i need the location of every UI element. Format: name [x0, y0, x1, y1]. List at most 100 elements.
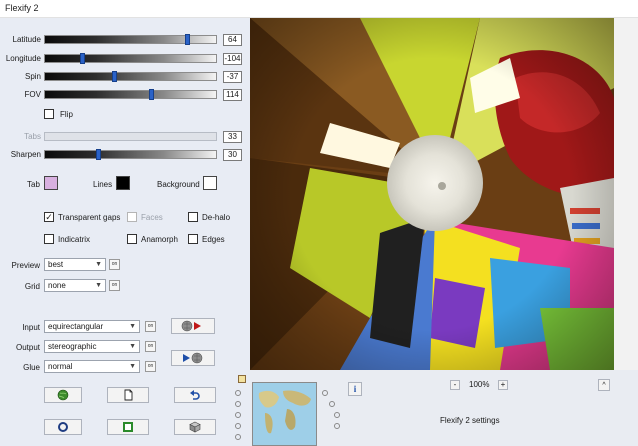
- output-projection-value: stereographic: [48, 342, 97, 351]
- tab-color-swatch[interactable]: [44, 176, 58, 190]
- sharpen-slider-thumb[interactable]: [96, 149, 101, 160]
- undo-icon: [190, 390, 200, 400]
- tabs-value[interactable]: 33: [223, 131, 242, 143]
- lines-color-label: Lines: [93, 180, 113, 189]
- spin-value[interactable]: -37: [223, 71, 242, 83]
- chevron-down-icon: ▼: [129, 363, 136, 370]
- resize-handle[interactable]: [238, 375, 246, 383]
- grid-select[interactable]: none ▼: [44, 279, 106, 292]
- right-handle-column: [320, 390, 344, 446]
- grid-label: Grid: [24, 282, 40, 291]
- preview-image[interactable]: [250, 18, 614, 370]
- world-map-thumbnail[interactable]: [252, 382, 317, 446]
- tabs-label: Tabs: [24, 132, 41, 141]
- edges-label: Edges: [202, 235, 225, 244]
- chevron-down-icon: ▼: [95, 282, 102, 289]
- undo-button[interactable]: [174, 387, 216, 403]
- left-handle-column: [234, 386, 243, 446]
- input-projection-select[interactable]: equirectangular ▼: [44, 320, 140, 333]
- little-planet-room-image: [250, 18, 614, 370]
- sharpen-value[interactable]: 30: [223, 149, 242, 161]
- zoom-in-button[interactable]: +: [498, 380, 508, 390]
- sharpen-label: Sharpen: [10, 150, 41, 159]
- fov-slider-thumb[interactable]: [149, 89, 154, 100]
- preview-select[interactable]: best ▼: [44, 258, 106, 271]
- square-icon: [123, 422, 133, 432]
- anamorph-checkbox[interactable]: [127, 234, 137, 244]
- settings-title: Flexify 2 settings: [440, 416, 500, 425]
- background-color-swatch[interactable]: [203, 176, 217, 190]
- de-halo-checkbox[interactable]: [188, 212, 198, 222]
- right-scroll-strip: [614, 18, 638, 370]
- flip-checkbox[interactable]: [44, 109, 54, 119]
- de-halo-label: De-halo: [202, 213, 231, 222]
- sharpen-slider[interactable]: [44, 149, 217, 160]
- input-label: Input: [22, 323, 40, 332]
- output-on-button[interactable]: on: [145, 341, 156, 352]
- preview-label: Preview: [11, 261, 40, 270]
- edges-checkbox[interactable]: [188, 234, 198, 244]
- transparent-gaps-checkbox[interactable]: ✓: [44, 212, 54, 222]
- chevron-down-icon: ▼: [129, 343, 136, 350]
- circle-icon: [58, 422, 68, 432]
- globe-to-arrow-icon: [181, 320, 201, 332]
- longitude-slider-thumb[interactable]: [80, 53, 85, 64]
- longitude-value[interactable]: -104: [223, 53, 242, 65]
- settings-bar: i - 100% + ^ Flexify 2 settings: [235, 370, 638, 446]
- preview-on-button[interactable]: on: [109, 259, 120, 270]
- globe-button[interactable]: [44, 387, 82, 403]
- globe-icon: [57, 389, 69, 401]
- latitude-value[interactable]: 64: [223, 34, 242, 46]
- lines-color-swatch[interactable]: [116, 176, 130, 190]
- anamorph-label: Anamorph: [141, 235, 178, 244]
- faces-checkbox[interactable]: [127, 212, 137, 222]
- glue-select[interactable]: normal ▼: [44, 360, 140, 373]
- collapse-button[interactable]: ^: [598, 379, 610, 391]
- indicatrix-checkbox[interactable]: [44, 234, 54, 244]
- latitude-slider[interactable]: [44, 34, 217, 45]
- circle-button[interactable]: [44, 419, 82, 435]
- glue-select-value: normal: [48, 362, 73, 371]
- cube-button[interactable]: [174, 419, 216, 435]
- arrow-to-globe-button[interactable]: [171, 350, 215, 366]
- tab-color-label: Tab: [27, 180, 40, 189]
- chevron-down-icon: ▼: [129, 323, 136, 330]
- background-color-label: Background: [157, 180, 200, 189]
- globe-to-arrow-button[interactable]: [171, 318, 215, 334]
- window-title: Flexify 2: [0, 0, 638, 18]
- indicatrix-label: Indicatrix: [58, 235, 91, 244]
- zoom-level: 100%: [469, 380, 490, 389]
- fov-slider[interactable]: [44, 89, 217, 100]
- page-icon: [124, 389, 133, 401]
- page-button[interactable]: [107, 387, 149, 403]
- spin-label: Spin: [24, 72, 41, 81]
- fov-value[interactable]: 114: [223, 89, 242, 101]
- faces-label: Faces: [141, 213, 163, 222]
- cube-icon: [189, 421, 201, 433]
- preview-select-value: best: [48, 260, 64, 269]
- grid-on-button[interactable]: on: [109, 280, 120, 291]
- glue-on-button[interactable]: on: [145, 361, 156, 372]
- arrow-to-globe-icon: [183, 352, 203, 364]
- longitude-slider[interactable]: [44, 53, 217, 64]
- input-on-button[interactable]: on: [145, 321, 156, 332]
- chevron-down-icon: ▼: [95, 261, 102, 268]
- square-button[interactable]: [107, 419, 149, 435]
- zoom-out-button[interactable]: -: [450, 380, 460, 390]
- info-button[interactable]: i: [348, 382, 362, 396]
- flip-label: Flip: [60, 110, 73, 119]
- input-projection-value: equirectangular: [48, 322, 104, 331]
- glue-label: Glue: [23, 363, 40, 372]
- grid-select-value: none: [48, 281, 66, 290]
- control-panel: Latitude 64 Longitude -104 Spin -37 FOV …: [0, 18, 250, 446]
- latitude-slider-thumb[interactable]: [185, 34, 190, 45]
- latitude-label: Latitude: [12, 35, 41, 44]
- longitude-label: Longitude: [5, 54, 41, 63]
- world-map-icon: [258, 390, 311, 434]
- tabs-slider[interactable]: [44, 132, 217, 141]
- output-projection-select[interactable]: stereographic ▼: [44, 340, 140, 353]
- transparent-gaps-label: Transparent gaps: [58, 213, 121, 222]
- spin-slider-thumb[interactable]: [112, 71, 117, 82]
- spin-slider[interactable]: [44, 71, 217, 82]
- fov-label: FOV: [24, 90, 41, 99]
